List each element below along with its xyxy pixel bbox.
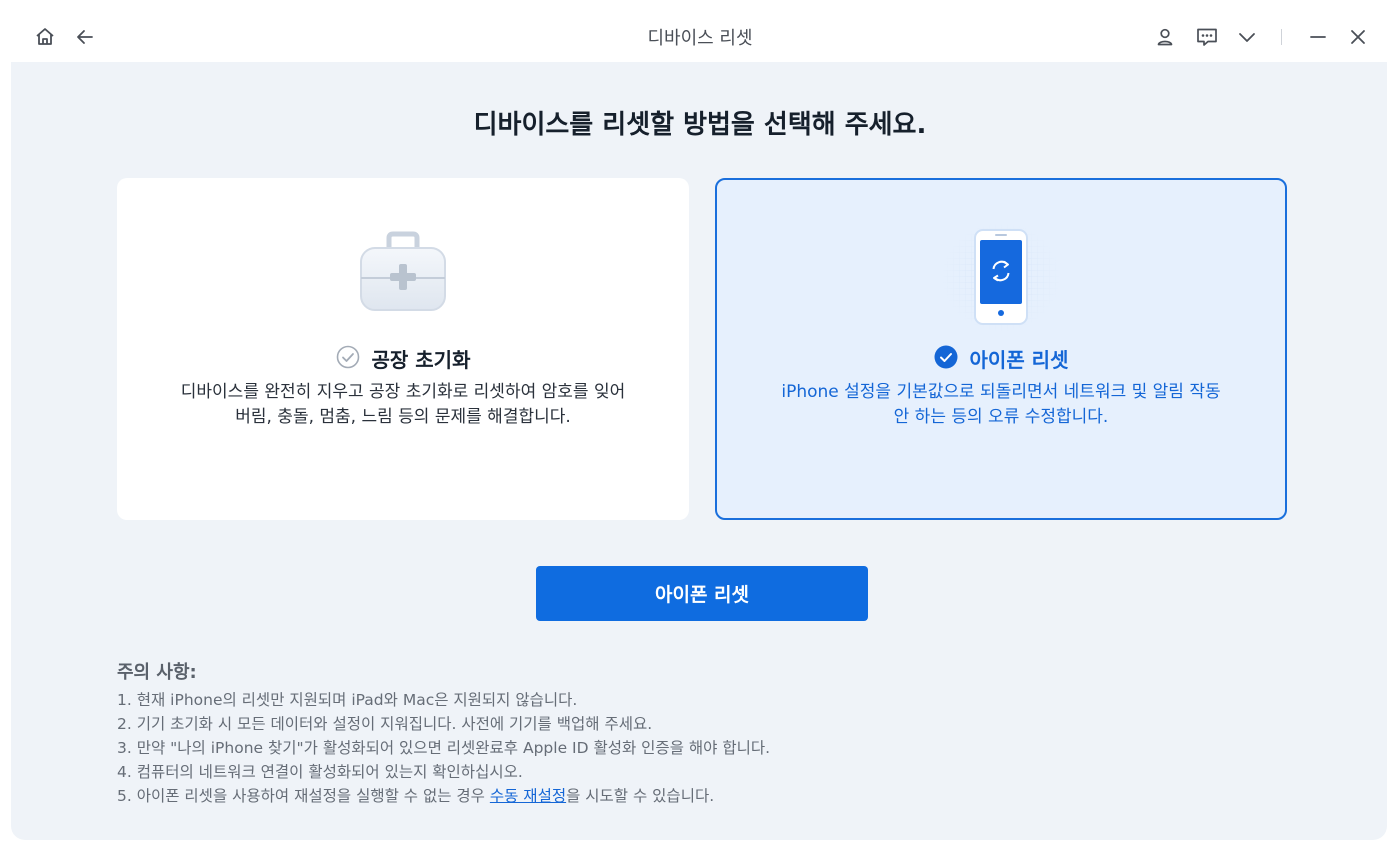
note-item: 2. 기기 초기화 시 모든 데이터와 설정이 지워집니다. 사전에 기기를 백… xyxy=(117,715,653,733)
page-heading: 디바이스를 리셋할 방법을 선택해 주세요. xyxy=(473,110,927,140)
notes-title: 주의 사항: xyxy=(117,662,197,683)
close-icon[interactable] xyxy=(1343,22,1373,52)
unchecked-circle-icon xyxy=(336,345,360,373)
note-item: 1. 현재 iPhone의 리셋만 지원되며 iPad와 Mac은 지원되지 않… xyxy=(117,691,578,709)
window-title: 디바이스 리셋 xyxy=(647,28,753,49)
factory-reset-card[interactable]: 공장 초기화 디바이스를 완전히 지우고 공장 초기화로 리셋하여 암호를 잊어… xyxy=(117,178,689,520)
user-icon[interactable] xyxy=(1150,22,1180,52)
notes-list: 1. 현재 iPhone의 리셋만 지원되며 iPad와 Mac은 지원되지 않… xyxy=(117,688,770,808)
toolbox-icon xyxy=(355,230,451,320)
chevron-down-icon[interactable] xyxy=(1232,22,1262,52)
note-text: 을 시도할 수 있습니다. xyxy=(566,787,715,805)
note-item: 4. 컴퓨터의 네트워크 연결이 활성화되어 있는지 확인하십시오. xyxy=(117,763,523,781)
iphone-reset-title: 아이폰 리셋 xyxy=(969,348,1069,372)
phone-reset-icon xyxy=(941,222,1061,336)
factory-reset-title: 공장 초기화 xyxy=(371,348,471,372)
note-item: 5. 아이폰 리셋을 사용하여 재설정을 실행할 수 없는 경우 수동 재설정을… xyxy=(117,784,770,808)
iphone-reset-card[interactable]: 아이폰 리셋 iPhone 설정을 기본값으로 되돌리면서 네트워크 및 알림 … xyxy=(715,178,1287,520)
description-line: iPhone 설정을 기본값으로 되돌리면서 네트워크 및 알림 작동 xyxy=(781,382,1221,402)
iphone-reset-button[interactable]: 아이폰 리셋 xyxy=(536,566,868,621)
feedback-icon[interactable] xyxy=(1192,22,1222,52)
title-bar: 디바이스 리셋 xyxy=(0,0,1400,62)
description-line: 버림, 충돌, 멈춤, 느림 등의 문제를 해결합니다. xyxy=(235,407,571,427)
check-circle-icon xyxy=(934,345,958,373)
iphone-reset-description: iPhone 설정을 기본값으로 되돌리면서 네트워크 및 알림 작동 안 하는… xyxy=(747,380,1255,430)
minimize-icon[interactable] xyxy=(1303,22,1333,52)
description-line: 디바이스를 완전히 지우고 공장 초기화로 리셋하여 암호를 잊어 xyxy=(180,382,626,402)
note-text: 5. 아이폰 리셋을 사용하여 재설정을 실행할 수 없는 경우 xyxy=(117,787,490,805)
factory-reset-description: 디바이스를 완전히 지우고 공장 초기화로 리셋하여 암호를 잊어 버림, 충돌… xyxy=(147,380,659,430)
description-line: 안 하는 등의 오류 수정합니다. xyxy=(893,407,1109,427)
titlebar-separator xyxy=(1281,29,1282,45)
manual-reset-link[interactable]: 수동 재설정 xyxy=(490,787,566,805)
note-item: 3. 만약 "나의 iPhone 찾기"가 활성화되어 있으면 리셋완료후 Ap… xyxy=(117,739,771,757)
